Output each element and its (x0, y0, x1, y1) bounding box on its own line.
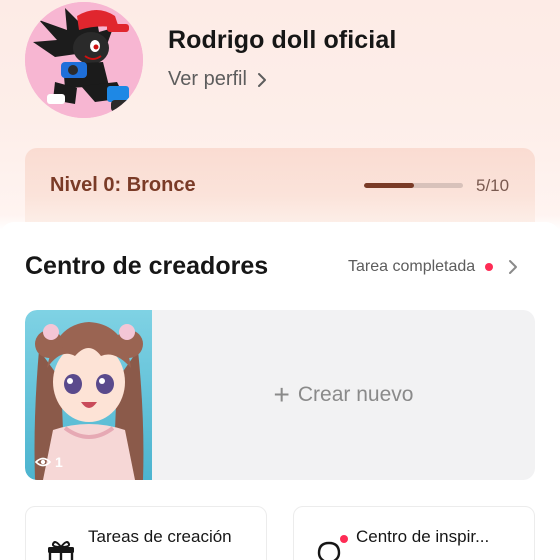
view-profile-link[interactable]: Ver perfil (168, 68, 269, 91)
creation-tasks-label: Tareas de creación (88, 527, 232, 546)
creator-center-section: Centro de creadores Tarea completada 1 +… (0, 222, 560, 560)
gift-icon (48, 541, 74, 560)
plus-icon: + (273, 379, 290, 410)
view-count: 1 (35, 454, 63, 470)
level-progress-fill (364, 183, 414, 188)
lightbulb-icon (317, 541, 341, 560)
section-title: Centro de creadores (25, 252, 269, 280)
view-count-value: 1 (55, 454, 63, 470)
notification-dot (340, 535, 348, 543)
profile-avatar[interactable] (25, 2, 143, 118)
level-card[interactable]: Nivel 0: Bronce 5/10 (25, 148, 535, 228)
profile-name: Rodrigo doll oficial (168, 26, 397, 54)
chevron-right-icon (509, 260, 518, 274)
creator-profile-screen: Rodrigo doll oficial Ver perfil Nivel 0:… (0, 0, 560, 560)
create-new-label: Crear nuevo (297, 383, 414, 406)
creation-tasks-card[interactable]: Tareas de creación (25, 506, 267, 560)
creator-content-box: 1 + Crear nuevo (25, 310, 535, 480)
level-label: Nivel 0: Bronce (50, 174, 196, 196)
video-thumbnail[interactable]: 1 (25, 310, 152, 480)
avatar-illustration (25, 2, 143, 118)
task-completed-link[interactable]: Tarea completada (348, 258, 519, 276)
level-progress-count: 5/10 (476, 176, 510, 195)
view-profile-label: Ver perfil (168, 68, 247, 90)
task-completed-label: Tarea completada (348, 258, 476, 275)
chevron-right-icon (257, 72, 266, 87)
level-progress-bar (364, 183, 463, 188)
create-new-button[interactable]: + Crear nuevo (152, 310, 535, 480)
inspiration-center-label: Centro de inspir... (356, 527, 490, 546)
inspiration-center-card[interactable]: Centro de inspir... (293, 506, 535, 560)
notification-dot (485, 263, 494, 271)
eye-icon (35, 457, 51, 467)
